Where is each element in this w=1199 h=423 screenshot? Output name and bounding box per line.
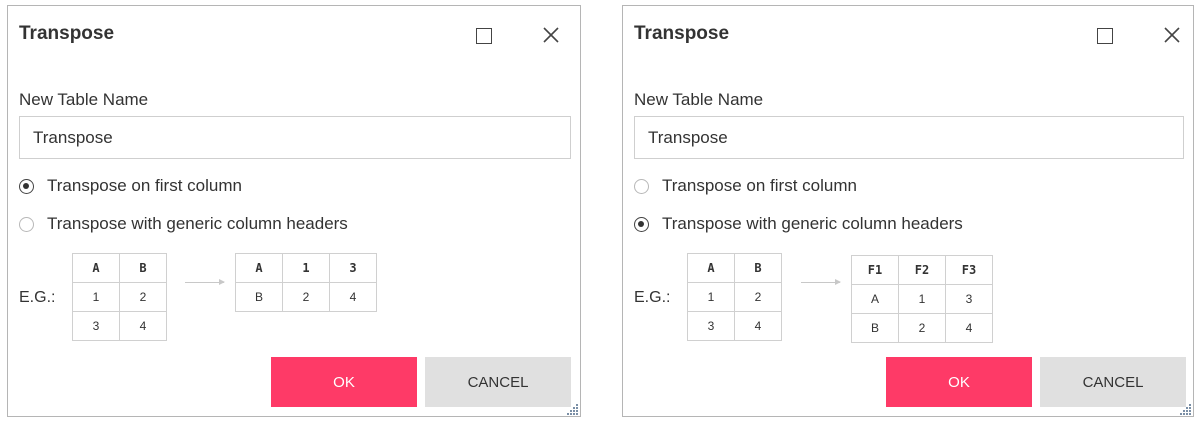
radio-transpose-first-column[interactable]: Transpose on first column <box>19 176 242 196</box>
table-cell: 4 <box>329 282 377 312</box>
transpose-dialog-generic-headers: Transpose New Table Name Transpose on fi… <box>622 5 1194 417</box>
table-cell: 1 <box>898 284 946 314</box>
maximize-icon[interactable] <box>1097 28 1113 44</box>
table-cell: F3 <box>945 255 993 285</box>
table-cell: 3 <box>687 311 735 341</box>
maximize-icon[interactable] <box>476 28 492 44</box>
radio-transpose-first-column[interactable]: Transpose on first column <box>634 176 857 196</box>
ok-button[interactable]: OK <box>886 357 1032 407</box>
table-name-input[interactable] <box>19 116 571 159</box>
table-cell: 3 <box>72 311 120 341</box>
table-cell: A <box>72 253 120 283</box>
new-table-name-label: New Table Name <box>19 90 149 109</box>
resize-grip-icon[interactable] <box>1180 403 1192 415</box>
arrow-right-icon <box>185 279 225 285</box>
table-cell: 4 <box>734 311 782 341</box>
table-cell: 4 <box>119 311 167 341</box>
table-cell: 1 <box>72 282 120 312</box>
table-cell: 2 <box>898 313 946 343</box>
arrow-right-icon <box>801 279 841 285</box>
dialog-title: Transpose <box>634 23 730 44</box>
table-cell: 2 <box>119 282 167 312</box>
table-cell: A <box>687 253 735 283</box>
table-cell: 2 <box>734 282 782 312</box>
cancel-button[interactable]: CANCEL <box>425 357 571 407</box>
table-cell: B <box>851 313 899 343</box>
table-cell: A <box>851 284 899 314</box>
ok-button[interactable]: OK <box>271 357 417 407</box>
table-cell: 2 <box>282 282 330 312</box>
resize-grip-icon[interactable] <box>567 403 579 415</box>
dialog-title: Transpose <box>19 23 115 44</box>
table-cell: 4 <box>945 313 993 343</box>
radio-button[interactable] <box>19 216 34 232</box>
radio-transpose-generic-headers[interactable]: Transpose with generic column headers <box>19 214 348 234</box>
table-cell: 3 <box>329 253 377 283</box>
transpose-dialog-first-column: Transpose New Table Name Transpose on fi… <box>7 5 581 417</box>
table-cell: B <box>734 253 782 283</box>
example-result-table: F1 F2 F3 A13 B24 <box>851 255 993 343</box>
example-label: E.G.: <box>19 289 56 306</box>
radio-label: Transpose with generic column headers <box>662 214 963 233</box>
radio-transpose-generic-headers[interactable]: Transpose with generic column headers <box>634 214 963 234</box>
example-source-table: AB 12 34 <box>72 253 167 341</box>
example-label: E.G.: <box>634 289 671 306</box>
table-cell: B <box>235 282 283 312</box>
table-cell: F1 <box>851 255 899 285</box>
radio-label: Transpose on first column <box>47 176 242 195</box>
close-icon[interactable] <box>1159 22 1185 48</box>
table-name-input[interactable] <box>634 116 1184 159</box>
cancel-button[interactable]: CANCEL <box>1040 357 1186 407</box>
example-result-table: A13 B24 <box>235 253 377 312</box>
table-cell: A <box>235 253 283 283</box>
radio-button-checked[interactable] <box>19 178 34 194</box>
radio-label: Transpose on first column <box>662 176 857 195</box>
radio-label: Transpose with generic column headers <box>47 214 348 233</box>
table-cell: 1 <box>687 282 735 312</box>
table-cell: F2 <box>898 255 946 285</box>
table-cell: B <box>119 253 167 283</box>
table-cell: 1 <box>282 253 330 283</box>
radio-button-checked[interactable] <box>634 216 649 232</box>
new-table-name-label: New Table Name <box>634 90 764 109</box>
table-cell: 3 <box>945 284 993 314</box>
radio-button[interactable] <box>634 178 649 194</box>
example-source-table: AB 12 34 <box>687 253 782 341</box>
close-icon[interactable] <box>538 22 564 48</box>
